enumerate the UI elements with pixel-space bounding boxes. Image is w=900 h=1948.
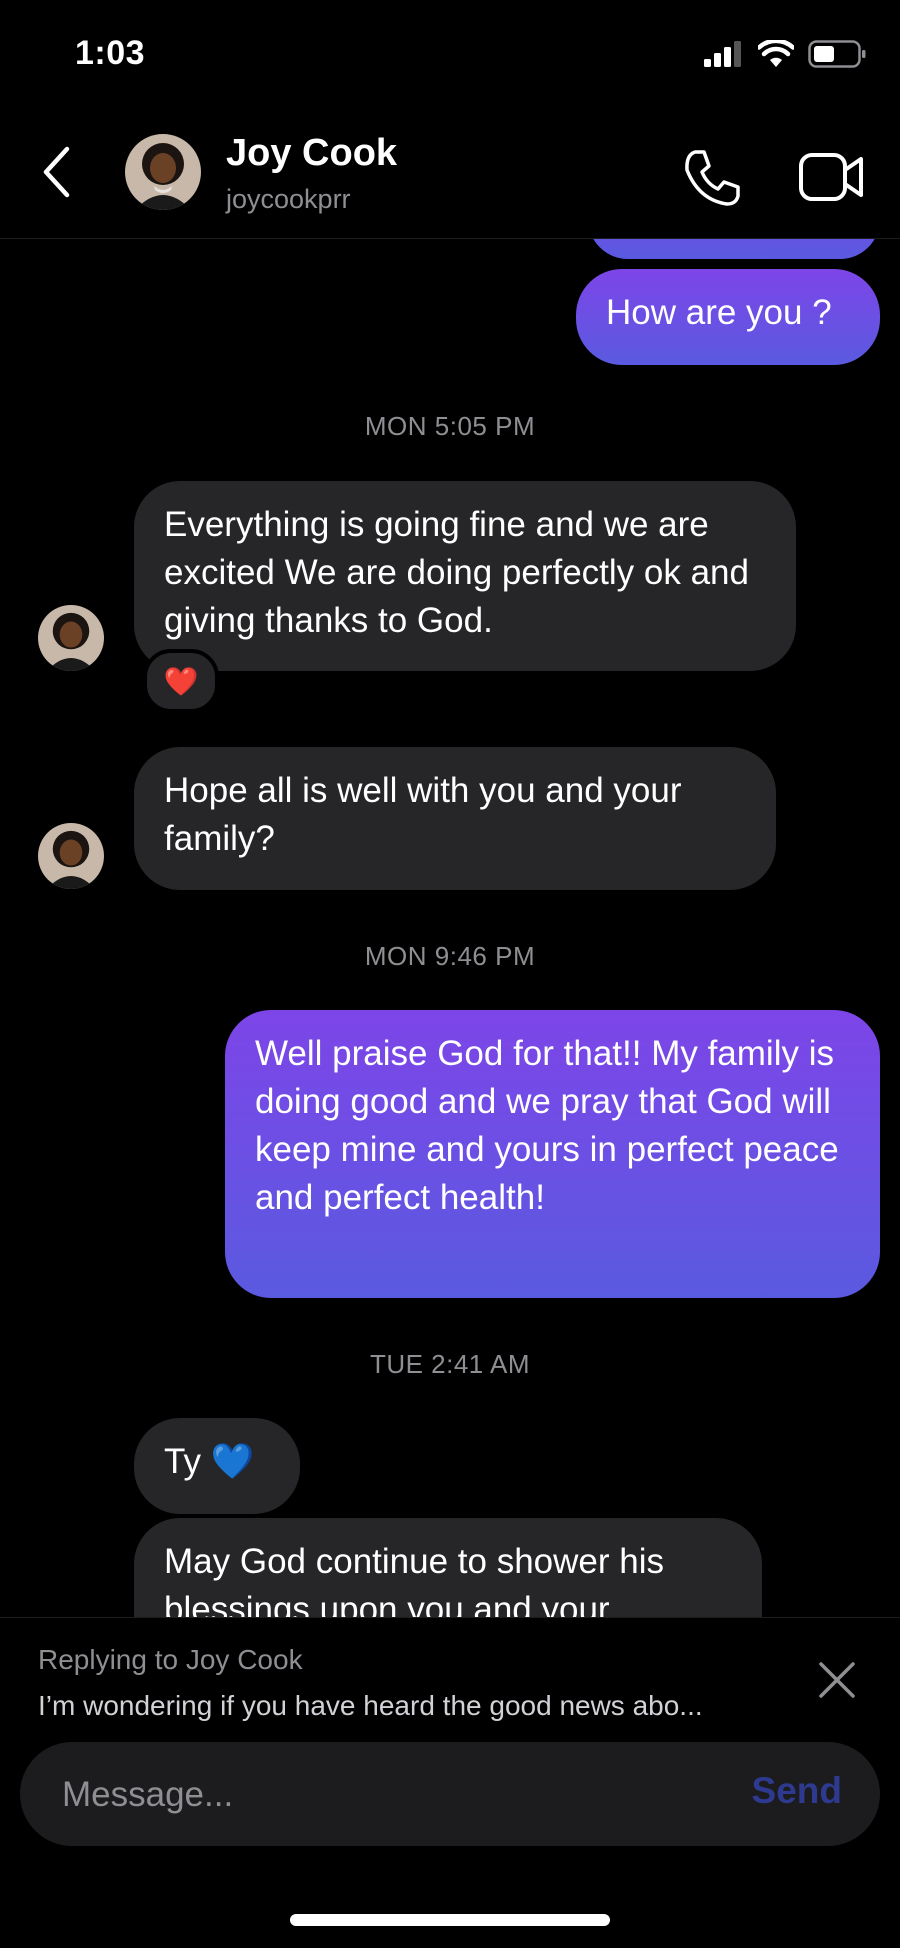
- status-icons: [704, 40, 866, 68]
- message-reaction[interactable]: ❤️: [143, 649, 219, 713]
- video-camera-icon: [799, 153, 863, 201]
- profile-photo: [38, 605, 104, 671]
- outgoing-message[interactable]: How are you ?: [576, 269, 880, 365]
- contact-handle: joycookprr: [226, 184, 351, 214]
- message-input[interactable]: [60, 1742, 704, 1848]
- message-timestamp: MON 5:05 PM: [364, 411, 536, 441]
- sender-avatar[interactable]: [38, 823, 104, 889]
- outgoing-message-partial[interactable]: [588, 239, 880, 259]
- cancel-reply-button[interactable]: [815, 1658, 859, 1702]
- contact-avatar[interactable]: [125, 134, 201, 210]
- sender-avatar[interactable]: [38, 605, 104, 671]
- battery-icon: [808, 40, 866, 68]
- reply-label: Replying to Joy Cook: [38, 1644, 303, 1675]
- profile-photo: [38, 823, 104, 889]
- status-time: 1:03: [75, 34, 146, 72]
- send-button[interactable]: Send: [752, 1770, 842, 1812]
- incoming-message[interactable]: Hope all is well with you and your famil…: [134, 747, 776, 890]
- voice-call-button[interactable]: [680, 146, 744, 210]
- reply-bar: Replying to Joy Cook I’m wondering if yo…: [0, 1617, 900, 1738]
- message-timestamp: TUE 2:41 AM: [369, 1349, 531, 1379]
- reply-preview: I’m wondering if you have heard the good…: [38, 1690, 703, 1721]
- home-indicator[interactable]: [290, 1914, 610, 1926]
- outgoing-message[interactable]: Well praise God for that!! My family is …: [225, 1010, 880, 1298]
- video-call-button[interactable]: [798, 150, 866, 206]
- chat-header: Joy Cook joycookprr: [0, 110, 900, 239]
- close-icon: [819, 1662, 855, 1698]
- incoming-message[interactable]: May God continue to shower his blessings…: [134, 1518, 762, 1617]
- message-thread[interactable]: How are you ? MON 5:05 PM Everything is …: [0, 239, 900, 1617]
- chevron-left-icon: [43, 146, 70, 198]
- message-timestamp: MON 9:46 PM: [364, 941, 536, 971]
- wifi-icon: [758, 40, 794, 67]
- incoming-message[interactable]: Everything is going fine and we are exci…: [134, 481, 796, 671]
- contact-name[interactable]: Joy Cook: [226, 132, 397, 175]
- back-button[interactable]: [36, 140, 76, 204]
- message-composer: Send: [20, 1742, 880, 1848]
- status-bar: 1:03: [0, 0, 900, 110]
- profile-photo: [125, 134, 201, 210]
- heart-reaction-icon: ❤️: [163, 665, 199, 697]
- cellular-signal-icon: [704, 41, 741, 67]
- phone-icon: [685, 150, 740, 206]
- incoming-message[interactable]: Ty 💙: [134, 1418, 300, 1514]
